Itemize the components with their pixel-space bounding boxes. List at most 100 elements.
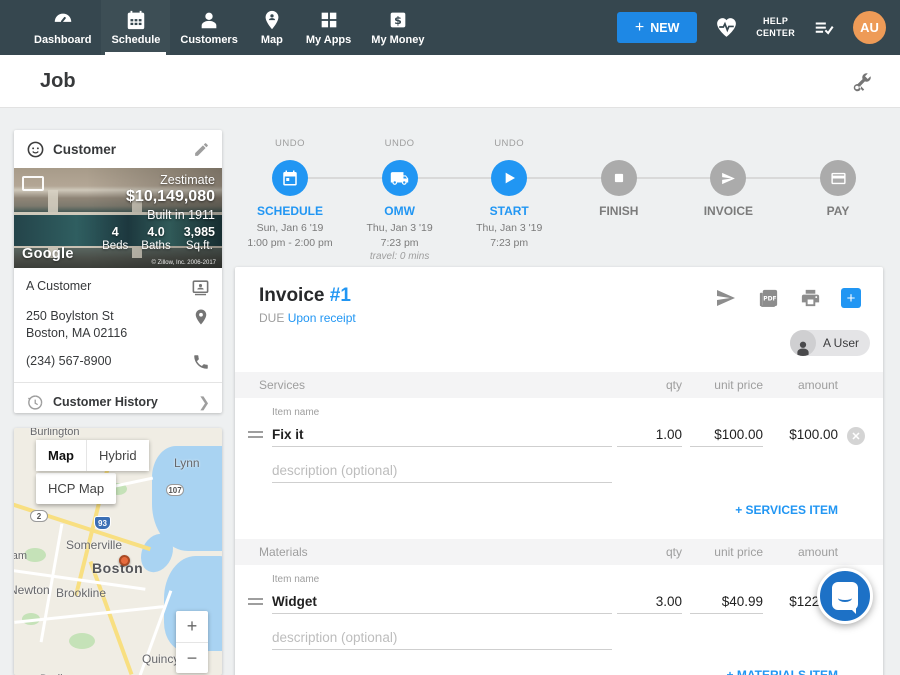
start-step-icon[interactable] bbox=[491, 160, 527, 196]
timeline-step-finish: FINISH bbox=[564, 138, 674, 218]
add-services-item-link[interactable]: + SERVICES ITEM bbox=[735, 503, 838, 517]
schedule-step-icon[interactable] bbox=[272, 160, 308, 196]
pay-step-icon[interactable] bbox=[820, 160, 856, 196]
drag-handle-icon[interactable] bbox=[248, 431, 263, 441]
edit-customer-icon[interactable] bbox=[193, 141, 210, 158]
delete-item-icon[interactable]: ✕ bbox=[847, 427, 865, 445]
zestimate-value: $10,149,080 bbox=[102, 188, 215, 206]
contact-card-icon[interactable] bbox=[191, 278, 210, 297]
user-avatar[interactable]: AU bbox=[853, 11, 886, 44]
nav-my-money[interactable]: $ My Money bbox=[361, 0, 434, 55]
undo-link[interactable]: UNDO bbox=[454, 138, 564, 150]
property-photo[interactable]: Zestimate $10,149,080 Built in 1911 4 Be… bbox=[14, 168, 222, 268]
material-qty-input[interactable] bbox=[617, 590, 682, 614]
invoice-number[interactable]: #1 bbox=[330, 285, 351, 306]
zillow-copyright: © Zillow, Inc. 2006-2017 bbox=[152, 260, 216, 266]
my-money-icon: $ bbox=[387, 9, 409, 31]
omw-step-date: Thu, Jan 3 '19 7:23 pm bbox=[345, 221, 455, 250]
nav-my-apps[interactable]: My Apps bbox=[296, 0, 361, 55]
customer-history-row[interactable]: Customer History ❯ bbox=[14, 383, 222, 422]
zoom-out-button[interactable]: − bbox=[176, 642, 208, 673]
zestimate-overlay: Zestimate $10,149,080 Built in 1911 4 Be… bbox=[102, 173, 215, 252]
zoom-in-button[interactable]: + bbox=[176, 611, 208, 642]
amount-column-header: amount bbox=[773, 545, 838, 559]
due-value-link[interactable]: Upon receipt bbox=[288, 311, 356, 325]
finish-step-label: FINISH bbox=[564, 204, 674, 218]
nav-map[interactable]: Map bbox=[248, 0, 296, 55]
map-label-quincy: Quincy bbox=[142, 652, 179, 666]
start-date-line1: Thu, Jan 3 '19 bbox=[476, 222, 542, 234]
drag-handle-icon[interactable] bbox=[248, 598, 263, 608]
qty-column-header: qty bbox=[617, 545, 682, 559]
job-timeline: UNDO SCHEDULE Sun, Jan 6 '19 1:00 pm - 2… bbox=[235, 138, 883, 264]
new-button[interactable]: + NEW bbox=[617, 12, 697, 43]
invoice-step-icon[interactable] bbox=[710, 160, 746, 196]
chat-launcher-button[interactable] bbox=[817, 568, 873, 624]
invoice-card: Invoice #1 DUE Upon receipt PDF + A User… bbox=[235, 267, 883, 675]
map-icon bbox=[261, 9, 283, 31]
customers-icon bbox=[198, 9, 220, 31]
undo-link[interactable]: UNDO bbox=[235, 138, 345, 150]
heart-pulse-icon[interactable] bbox=[713, 15, 740, 40]
undo-spacer bbox=[673, 138, 783, 150]
service-item-name-input[interactable] bbox=[272, 423, 612, 447]
schedule-icon bbox=[125, 9, 147, 31]
baths-label: Baths bbox=[141, 240, 170, 252]
service-description-input[interactable] bbox=[272, 459, 612, 483]
material-description-input[interactable] bbox=[272, 626, 612, 650]
nav-customers[interactable]: Customers bbox=[170, 0, 247, 55]
google-logo: Google bbox=[22, 246, 74, 262]
nav-right-actions: + NEW HELP CENTER AU bbox=[617, 0, 900, 55]
customer-phone-row: (234) 567-8900 bbox=[26, 353, 210, 371]
omw-step-icon[interactable] bbox=[382, 160, 418, 196]
omw-date-line2: 7:23 pm bbox=[381, 237, 419, 249]
map-widget[interactable]: Burlington Lynn Somerville Boston Waltha… bbox=[14, 428, 222, 675]
timeline-step-start: UNDO START Thu, Jan 3 '19 7:23 pm bbox=[454, 138, 564, 250]
nav-dashboard-label: Dashboard bbox=[34, 34, 91, 46]
nav-my-money-label: My Money bbox=[371, 34, 424, 46]
map-button[interactable]: Map bbox=[36, 440, 86, 471]
hybrid-button[interactable]: Hybrid bbox=[86, 440, 149, 471]
start-date-line2: 7:23 pm bbox=[490, 237, 528, 249]
invoice-step-label: INVOICE bbox=[673, 204, 783, 218]
schedule-step-date: Sun, Jan 6 '19 1:00 pm - 2:00 pm bbox=[235, 221, 345, 250]
undo-spacer bbox=[783, 138, 893, 150]
omw-date-line1: Thu, Jan 3 '19 bbox=[366, 222, 432, 234]
service-unit-price-input[interactable] bbox=[690, 423, 763, 447]
schedule-date-line2: 1:00 pm - 2:00 pm bbox=[247, 237, 332, 249]
phone-icon[interactable] bbox=[192, 353, 210, 371]
materials-section-title: Materials bbox=[259, 545, 617, 559]
omw-step-label: OMW bbox=[345, 204, 455, 218]
hcp-map-button[interactable]: HCP Map bbox=[36, 473, 116, 504]
map-label-boston: Boston bbox=[92, 560, 143, 576]
add-materials-item-link[interactable]: + MATERIALS ITEM bbox=[727, 668, 838, 675]
undo-link[interactable]: UNDO bbox=[345, 138, 455, 150]
timeline-step-invoice: INVOICE bbox=[673, 138, 783, 218]
assigned-user-pill[interactable]: A User bbox=[790, 330, 870, 356]
dashboard-icon bbox=[52, 9, 74, 31]
customer-name-row: A Customer bbox=[26, 278, 210, 297]
nav-dashboard[interactable]: Dashboard bbox=[24, 0, 101, 55]
nav-schedule[interactable]: Schedule bbox=[101, 0, 170, 55]
finish-step-icon[interactable] bbox=[601, 160, 637, 196]
location-pin-icon[interactable] bbox=[192, 308, 210, 326]
job-location-marker[interactable] bbox=[119, 555, 130, 566]
map-park bbox=[24, 548, 46, 562]
help-center-button[interactable]: HELP CENTER bbox=[756, 16, 795, 39]
material-item-name-input[interactable] bbox=[272, 590, 612, 614]
job-settings-icon[interactable] bbox=[850, 70, 874, 94]
print-icon[interactable] bbox=[799, 287, 822, 310]
beds-value: 4 bbox=[102, 225, 128, 239]
my-apps-icon bbox=[318, 9, 340, 31]
service-qty-input[interactable] bbox=[617, 423, 682, 447]
send-invoice-icon[interactable] bbox=[714, 286, 738, 310]
material-unit-price-input[interactable] bbox=[690, 590, 763, 614]
add-invoice-item-button[interactable]: + bbox=[841, 288, 861, 308]
list-check-icon[interactable] bbox=[811, 17, 837, 39]
pay-step-label: PAY bbox=[783, 204, 893, 218]
page-title: Job bbox=[40, 70, 76, 93]
pdf-icon[interactable]: PDF bbox=[757, 287, 780, 310]
map-label-newton: Newton bbox=[14, 583, 50, 597]
schedule-date-line1: Sun, Jan 6 '19 bbox=[257, 222, 324, 234]
customer-card-header: Customer bbox=[14, 130, 222, 168]
